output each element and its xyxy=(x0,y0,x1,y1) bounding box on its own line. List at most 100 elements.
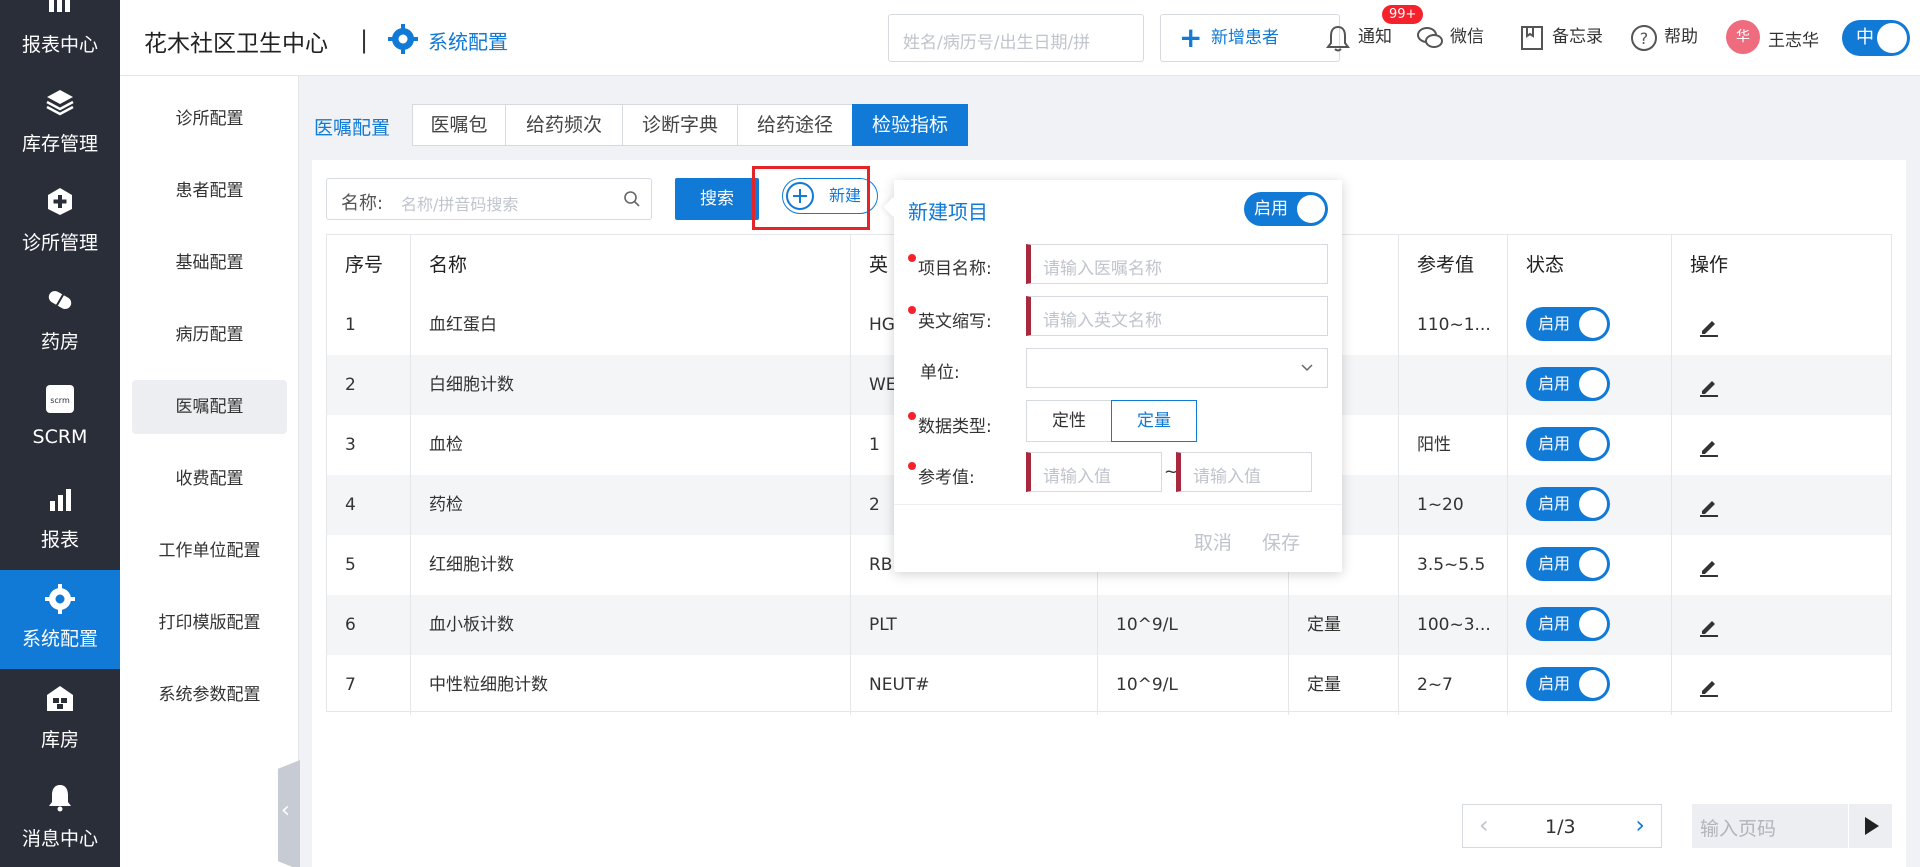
collapse-sidebar-button[interactable]: ‹ xyxy=(278,760,300,867)
cell-status: 启用 xyxy=(1508,595,1672,655)
cell-actions xyxy=(1672,535,1891,595)
unit-label: 单位: xyxy=(920,363,960,383)
reference-min-input[interactable]: 请输入值 xyxy=(1026,452,1162,492)
unit-select[interactable] xyxy=(1026,348,1328,388)
nav-item-system-config[interactable]: 系统配置 xyxy=(0,570,120,669)
tab-diagnosis-dict[interactable]: 诊断字典 xyxy=(622,104,738,146)
tab-dosing-route[interactable]: 给药途径 xyxy=(737,104,853,146)
nav-item-clinic[interactable]: 诊所管理 xyxy=(0,176,120,275)
bar-chart-icon xyxy=(50,489,71,511)
notify-button[interactable]: 通知 xyxy=(1324,20,1404,54)
cell-index: 7 xyxy=(327,655,411,715)
warehouse-icon xyxy=(47,686,73,711)
save-button[interactable]: 保存 xyxy=(1262,528,1300,555)
reference-label: 参考值: xyxy=(918,468,975,488)
go-page-button[interactable] xyxy=(1848,804,1892,848)
page-number-input[interactable]: 输入页码 xyxy=(1692,804,1848,848)
edit-icon[interactable] xyxy=(1698,375,1720,397)
cell-actions xyxy=(1672,595,1891,655)
nav-item-reports[interactable]: 报表 xyxy=(0,473,120,572)
abbr-input[interactable]: 请输入英文名称 xyxy=(1026,296,1328,336)
data-type-quantitative[interactable]: 定量 xyxy=(1111,400,1197,442)
edit-icon[interactable] xyxy=(1698,555,1720,577)
edit-icon[interactable] xyxy=(1698,615,1720,637)
required-mark xyxy=(908,412,916,420)
header-separator: | xyxy=(360,26,369,54)
nav-item-scrm[interactable]: scrm SCRM xyxy=(0,374,120,473)
status-toggle[interactable]: 启用 xyxy=(1526,427,1610,461)
cell-actions xyxy=(1672,475,1891,535)
item-name-label: 项目名称: xyxy=(918,259,992,279)
page-indicator: 1/3 xyxy=(1545,816,1576,838)
table-row[interactable]: 6 血小板计数 PLT 10^9/L 定量 100~3... 启用 xyxy=(327,595,1891,655)
cell-status: 启用 xyxy=(1508,415,1672,475)
help-button[interactable]: ? 帮助 xyxy=(1630,20,1710,54)
table-row[interactable]: 7 中性粒细胞计数 NEUT# 10^9/L 定量 2~7 启用 xyxy=(327,655,1891,715)
language-toggle[interactable]: 中 xyxy=(1842,20,1910,56)
required-mark xyxy=(908,254,916,262)
tab-order-package[interactable]: 医嘱包 xyxy=(412,104,506,146)
patient-search-input[interactable]: 姓名/病历号/出生日期/拼 xyxy=(888,14,1144,62)
status-toggle[interactable]: 启用 xyxy=(1526,307,1610,341)
item-name-input[interactable]: 请输入医嘱名称 xyxy=(1026,244,1328,284)
nav-label: 报表中心 xyxy=(21,34,98,56)
subnav-order-config[interactable]: 医嘱配置 xyxy=(132,380,287,434)
subnav-record-config[interactable]: 病历配置 xyxy=(132,308,287,362)
status-toggle[interactable]: 启用 xyxy=(1526,547,1610,581)
cell-index: 2 xyxy=(327,355,411,415)
memo-button[interactable]: 备忘录 xyxy=(1518,20,1608,54)
status-toggle[interactable]: 启用 xyxy=(1526,667,1610,701)
status-toggle[interactable]: 启用 xyxy=(1526,367,1610,401)
status-toggle[interactable]: 启用 xyxy=(1526,487,1610,521)
reference-max-input[interactable]: 请输入值 xyxy=(1176,452,1312,492)
subnav-employer-config[interactable]: 工作单位配置 xyxy=(132,524,287,578)
add-patient-label: 新增患者 xyxy=(1211,28,1279,48)
nav-item-warehouse[interactable]: 库房 xyxy=(0,669,120,768)
user-name[interactable]: 王志华 xyxy=(1768,26,1819,51)
tab-dosing-frequency[interactable]: 给药频次 xyxy=(505,104,623,146)
col-header-name: 名称 xyxy=(411,235,851,295)
highlight-box xyxy=(752,166,870,230)
cell-index: 5 xyxy=(327,535,411,595)
add-patient-button[interactable]: + 新增患者 xyxy=(1160,14,1340,62)
prev-page-icon[interactable]: ‹ xyxy=(1479,811,1489,839)
edit-icon[interactable] xyxy=(1698,495,1720,517)
cell-status: 启用 xyxy=(1508,475,1672,535)
popover-title: 新建项目 xyxy=(908,200,988,224)
subnav-patient-config[interactable]: 患者配置 xyxy=(132,164,287,218)
svg-text:scrm: scrm xyxy=(50,396,70,405)
nav-item-messages[interactable]: 消息中心 xyxy=(0,768,120,867)
nav-item-pharmacy[interactable]: 药房 xyxy=(0,275,120,374)
cell-reference: 阳性 xyxy=(1399,415,1508,475)
edit-icon[interactable] xyxy=(1698,315,1720,337)
subnav-print-template-config[interactable]: 打印模版配置 xyxy=(132,596,287,650)
subnav-basic-config[interactable]: 基础配置 xyxy=(132,236,287,290)
subnav-clinic-config[interactable]: 诊所配置 xyxy=(132,92,287,146)
new-item-popover: 新建项目 启用 项目名称: 请输入医嘱名称 英文缩写: 请输入英文名称 单位: … xyxy=(894,180,1342,572)
edit-icon[interactable] xyxy=(1698,675,1720,697)
nav-label: SCRM xyxy=(32,426,88,448)
cell-reference: 110~1... xyxy=(1399,295,1508,355)
enable-toggle[interactable]: 启用 xyxy=(1244,192,1328,226)
cell-name: 药检 xyxy=(411,475,851,535)
tab-lab-indicators[interactable]: 检验指标 xyxy=(852,104,968,146)
nav-item-report-center[interactable]: 报表中心 xyxy=(0,0,120,77)
subnav-system-params-config[interactable]: 系统参数配置 xyxy=(132,668,287,722)
cell-index: 6 xyxy=(327,595,411,655)
edit-icon[interactable] xyxy=(1698,435,1720,457)
cell-actions xyxy=(1672,655,1891,715)
nav-item-inventory[interactable]: 库存管理 xyxy=(0,77,120,176)
abbr-label: 英文缩写: xyxy=(918,312,992,332)
status-toggle[interactable]: 启用 xyxy=(1526,607,1610,641)
subnav-fee-config[interactable]: 收费配置 xyxy=(132,452,287,506)
name-search-input[interactable]: 名称: 名称/拼音码搜索 xyxy=(326,178,652,220)
cancel-button[interactable]: 取消 xyxy=(1194,528,1232,555)
nav-label: 药房 xyxy=(40,331,79,353)
wechat-button[interactable]: 微信 xyxy=(1416,20,1496,54)
search-button[interactable]: 搜索 xyxy=(675,178,759,220)
chevron-down-icon xyxy=(1301,364,1313,372)
cell-status: 启用 xyxy=(1508,355,1672,415)
data-type-qualitative[interactable]: 定性 xyxy=(1026,400,1112,442)
next-page-icon[interactable]: › xyxy=(1635,811,1645,839)
avatar[interactable]: 华 xyxy=(1726,20,1760,54)
